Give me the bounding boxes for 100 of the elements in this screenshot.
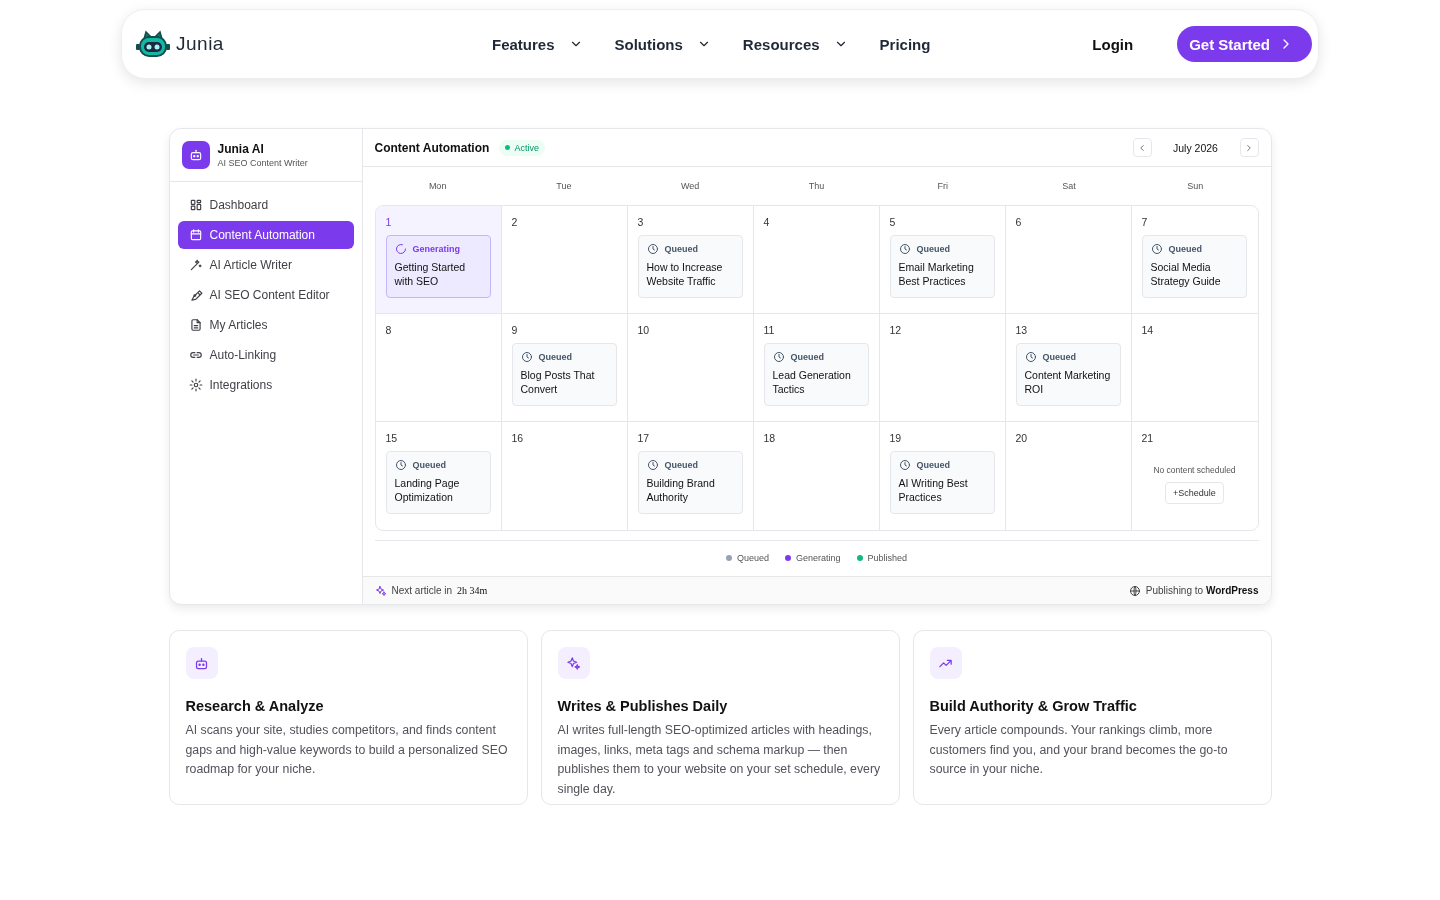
article-title: Social Media Strategy Guide: [1150, 260, 1222, 288]
day-cell[interactable]: 18: [753, 422, 880, 530]
sparkles-icon: [374, 584, 387, 597]
day-cell[interactable]: 5 Queued Email Marketing Best Practices: [879, 206, 1006, 314]
nav-link[interactable]: Solutions: [614, 35, 711, 53]
day-cell[interactable]: 21 No content scheduled +Schedule: [1131, 422, 1258, 530]
article-title: Landing Page Optimization: [394, 476, 461, 504]
weekday-label: Fri: [936, 181, 950, 191]
article-title: Content Marketing ROI: [1024, 368, 1112, 396]
day-cell[interactable]: 4: [753, 206, 880, 314]
day-number: 10: [637, 324, 651, 336]
article-title: Building Brand Authority: [646, 476, 716, 504]
sidebar-item[interactable]: My Articles: [177, 311, 354, 339]
sidebar-item[interactable]: AI Article Writer: [177, 251, 354, 279]
sidebar-item[interactable]: Content Automation: [177, 221, 354, 249]
article-title: Blog Posts That Convert: [520, 368, 596, 396]
weekday-label: Mon: [427, 181, 448, 191]
status-label: Queued: [538, 352, 572, 362]
publishing-target: Publishing to WordPress: [1145, 585, 1259, 596]
status-label: Queued: [664, 244, 698, 254]
scheduled-article-card[interactable]: Queued Building Brand Authority: [637, 451, 743, 514]
menu-item-icon: [188, 378, 203, 392]
day-number: 21: [1141, 432, 1155, 444]
day-cell[interactable]: 15 Queued Landing Page Optimization: [375, 422, 502, 530]
previous-month-button[interactable]: [1132, 138, 1152, 157]
menu-item-icon: [188, 318, 203, 332]
article-title: AI Writing Best Practices: [898, 476, 969, 504]
day-number: 12: [889, 324, 903, 336]
status-label: Queued: [412, 460, 446, 470]
day-cell[interactable]: 6: [1005, 206, 1132, 314]
scheduled-article-card[interactable]: Queued AI Writing Best Practices: [889, 451, 995, 514]
scheduled-article-card[interactable]: Queued Blog Posts That Convert: [511, 343, 617, 406]
scheduled-article-card[interactable]: Queued Lead Generation Tactics: [763, 343, 869, 406]
day-cell[interactable]: 1 Generating Getting Started with SEO: [375, 206, 502, 314]
scheduled-article-card[interactable]: Queued Content Marketing ROI: [1015, 343, 1121, 406]
day-number: 19: [889, 432, 903, 444]
day-number: 16: [511, 432, 525, 444]
status-badge: Active: [499, 139, 545, 156]
robot-icon: [188, 148, 203, 162]
day-cell[interactable]: 9 Queued Blog Posts That Convert: [501, 314, 628, 422]
clock-icon: [646, 243, 659, 255]
day-cell[interactable]: 12: [879, 314, 1006, 422]
scheduled-article-card[interactable]: Queued Email Marketing Best Practices: [889, 235, 995, 298]
article-title: How to Increase Website Traffic: [646, 260, 724, 288]
status-label: Queued: [790, 352, 824, 362]
login-link[interactable]: Login: [1092, 35, 1134, 53]
weekday-label: Sun: [1186, 181, 1205, 191]
scheduled-article-card[interactable]: Queued Social Media Strategy Guide: [1141, 235, 1247, 298]
get-started-button[interactable]: Get Started: [1177, 26, 1312, 62]
day-cell[interactable]: 13 Queued Content Marketing ROI: [1005, 314, 1132, 422]
sidebar-item[interactable]: AI SEO Content Editor: [177, 281, 354, 309]
day-number: 14: [1141, 324, 1155, 336]
feature-title: Writes & Publishes Daily: [557, 698, 729, 714]
day-cell[interactable]: 19 Queued AI Writing Best Practices: [879, 422, 1006, 530]
day-cell[interactable]: 11 Queued Lead Generation Tactics: [753, 314, 880, 422]
day-cell[interactable]: 20: [1005, 422, 1132, 530]
app-name: Junia AI: [217, 142, 265, 156]
weekday-label: Tue: [555, 181, 573, 191]
sidebar-item[interactable]: Integrations: [177, 371, 354, 399]
day-cell[interactable]: 2: [501, 206, 628, 314]
day-cell[interactable]: 14: [1131, 314, 1258, 422]
brand-name[interactable]: Junia: [176, 33, 224, 55]
countdown-time: 2h 34m: [457, 585, 488, 596]
day-number: 15: [385, 432, 399, 444]
clock-icon: [772, 351, 785, 363]
nav-link[interactable]: Resources: [742, 35, 848, 53]
nav-link[interactable]: Pricing: [879, 35, 931, 53]
menu-item-icon: [188, 228, 203, 242]
menu-item-icon: [188, 198, 203, 212]
status-label: Queued: [1042, 352, 1076, 362]
day-number: 2: [511, 216, 519, 228]
day-cell[interactable]: 10: [627, 314, 754, 422]
sidebar-item[interactable]: Auto-Linking: [177, 341, 354, 369]
robot-logo-icon[interactable]: [136, 30, 170, 58]
next-article-label: Next article in: [391, 585, 453, 596]
chevron-left-icon: [1137, 142, 1147, 153]
status-label: Generating: [412, 244, 460, 254]
day-number: 6: [1015, 216, 1023, 228]
day-cell[interactable]: 8: [375, 314, 502, 422]
day-cell[interactable]: 16: [501, 422, 628, 530]
status-label: Queued: [664, 460, 698, 470]
empty-day-note: No content scheduled: [1152, 465, 1237, 475]
day-cell[interactable]: 3 Queued How to Increase Website Traffic: [627, 206, 754, 314]
legend-label: Generating: [796, 552, 841, 563]
day-cell[interactable]: 17 Queued Building Brand Authority: [627, 422, 754, 530]
legend-label: Published: [867, 552, 908, 563]
weekday-label: Wed: [680, 181, 701, 191]
day-number: 20: [1015, 432, 1029, 444]
schedule-button[interactable]: +Schedule: [1165, 482, 1224, 504]
feature-description: Every article compounds. Your rankings climb, more customers find you, and your brand becomes the go-to source in your niche.: [929, 722, 1229, 778]
spinner-icon: [394, 243, 407, 255]
article-title: Lead Generation Tactics: [772, 368, 852, 396]
menu-item-icon: [188, 288, 203, 302]
day-cell[interactable]: 7 Queued Social Media Strategy Guide: [1131, 206, 1258, 314]
scheduled-article-card[interactable]: Queued Landing Page Optimization: [385, 451, 491, 514]
scheduled-article-card[interactable]: Generating Getting Started with SEO: [385, 235, 491, 298]
scheduled-article-card[interactable]: Queued How to Increase Website Traffic: [637, 235, 743, 298]
nav-link[interactable]: Features: [492, 35, 583, 53]
sidebar-item[interactable]: Dashboard: [177, 191, 354, 219]
next-month-button[interactable]: [1239, 138, 1259, 157]
